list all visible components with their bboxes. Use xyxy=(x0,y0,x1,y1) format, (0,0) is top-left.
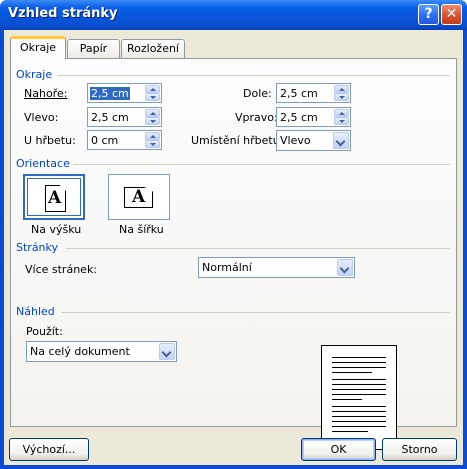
left-margin-value[interactable]: 2,5 cm xyxy=(90,111,130,124)
bottom-margin-label: Dole: xyxy=(243,87,272,100)
right-margin-label: Vpravo: xyxy=(235,111,278,124)
title-bar[interactable]: Vzhled stránky ? ✕ xyxy=(0,0,467,30)
bottom-margin-spinner[interactable]: 2,5 cm xyxy=(276,83,351,103)
tab-panel-margins: Okraje Nahoře: 2,5 cm Dole: 2,5 cm Vlevo… xyxy=(10,58,457,450)
left-margin-down-icon[interactable] xyxy=(145,117,160,125)
preview-text-line xyxy=(332,379,386,380)
preview-text-line xyxy=(332,372,372,373)
gutter-value[interactable]: 0 cm xyxy=(90,134,119,147)
orientation-group-divider xyxy=(73,164,450,165)
portrait-label[interactable]: Na výšku xyxy=(31,223,81,236)
right-margin-spinner[interactable]: 2,5 cm xyxy=(276,107,351,127)
tab-paper[interactable]: Papír xyxy=(67,39,120,58)
top-margin-label: Nahoře: xyxy=(24,87,68,100)
top-margin-spinner[interactable]: 2,5 cm xyxy=(87,83,162,103)
right-margin-value[interactable]: 2,5 cm xyxy=(279,111,319,124)
preview-text-line xyxy=(332,399,362,400)
chevron-down-icon[interactable] xyxy=(159,343,175,360)
left-margin-label: Vlevo: xyxy=(24,111,59,124)
left-margin-up-icon[interactable] xyxy=(145,109,160,117)
close-button[interactable]: ✕ xyxy=(441,4,462,25)
right-margin-down-icon[interactable] xyxy=(334,117,349,125)
preview-group-label: Náhled xyxy=(16,305,55,318)
gutter-position-dropdown[interactable]: Vlevo xyxy=(276,130,351,151)
left-margin-spinner[interactable]: 2,5 cm xyxy=(87,107,162,127)
preview-text-line xyxy=(332,357,386,358)
top-margin-value[interactable]: 2,5 cm xyxy=(90,87,130,100)
top-margin-down-icon[interactable] xyxy=(145,93,160,101)
pages-group-label: Stránky xyxy=(16,241,59,254)
bottom-margin-down-icon[interactable] xyxy=(334,93,349,101)
multiple-pages-value: Normální xyxy=(202,261,252,274)
page-preview xyxy=(321,345,397,450)
margins-group-label: Okraje xyxy=(16,68,53,81)
landscape-label[interactable]: Na šířku xyxy=(119,223,164,236)
bottom-margin-value[interactable]: 2,5 cm xyxy=(279,87,319,100)
help-button[interactable]: ? xyxy=(418,4,439,25)
bottom-margin-up-icon[interactable] xyxy=(334,85,349,93)
preview-group-divider xyxy=(61,312,450,313)
preview-text-line xyxy=(332,416,386,417)
apply-to-value: Na celý dokument xyxy=(30,345,130,358)
default-button[interactable]: Výchozí... xyxy=(9,438,89,461)
right-margin-up-icon[interactable] xyxy=(334,109,349,117)
multiple-pages-label: Více stránek: xyxy=(25,263,98,276)
gutter-spinner[interactable]: 0 cm xyxy=(87,130,162,150)
preview-text-line xyxy=(332,406,386,407)
gutter-position-value: Vlevo xyxy=(280,134,311,147)
pages-group-divider xyxy=(66,248,450,249)
preview-text-line xyxy=(332,431,368,432)
preview-text-line xyxy=(332,384,386,385)
multiple-pages-dropdown[interactable]: Normální xyxy=(198,257,355,278)
window-title: Vzhled stránky xyxy=(8,6,118,21)
dialog-client-area: Okraje Papír Rozložení Okraje Nahoře: 2,… xyxy=(4,30,463,465)
apply-to-dropdown[interactable]: Na celý dokument xyxy=(26,341,177,362)
margins-group-divider xyxy=(58,75,450,76)
portrait-page-icon: A xyxy=(45,185,66,212)
preview-text-line xyxy=(332,362,386,363)
ok-button[interactable]: OK xyxy=(301,438,376,461)
gutter-position-label: Umístění hřbetu: xyxy=(191,134,284,147)
preview-text-line xyxy=(332,394,386,395)
preview-text-line xyxy=(332,426,386,427)
gutter-up-icon[interactable] xyxy=(145,132,160,140)
portrait-orientation-button[interactable]: A xyxy=(23,174,85,220)
dialog-window: Vzhled stránky ? ✕ Okraje Papír Rozložen… xyxy=(0,0,467,469)
gutter-label: U hřbetu: xyxy=(24,134,76,147)
preview-text-line xyxy=(332,411,386,412)
preview-text-line xyxy=(332,367,386,368)
chevron-down-icon[interactable] xyxy=(333,132,349,149)
top-margin-up-icon[interactable] xyxy=(145,85,160,93)
apply-to-label: Použít: xyxy=(26,325,63,338)
preview-text-line xyxy=(332,389,386,390)
orientation-group-label: Orientace xyxy=(16,157,70,170)
chevron-down-icon[interactable] xyxy=(337,259,353,276)
tab-layout[interactable]: Rozložení xyxy=(121,39,185,58)
landscape-orientation-button[interactable]: A xyxy=(108,174,170,220)
landscape-page-icon: A xyxy=(124,187,153,208)
preview-text-line xyxy=(332,421,386,422)
cancel-button[interactable]: Storno xyxy=(382,438,457,461)
gutter-down-icon[interactable] xyxy=(145,140,160,148)
tab-margins[interactable]: Okraje xyxy=(10,36,66,59)
